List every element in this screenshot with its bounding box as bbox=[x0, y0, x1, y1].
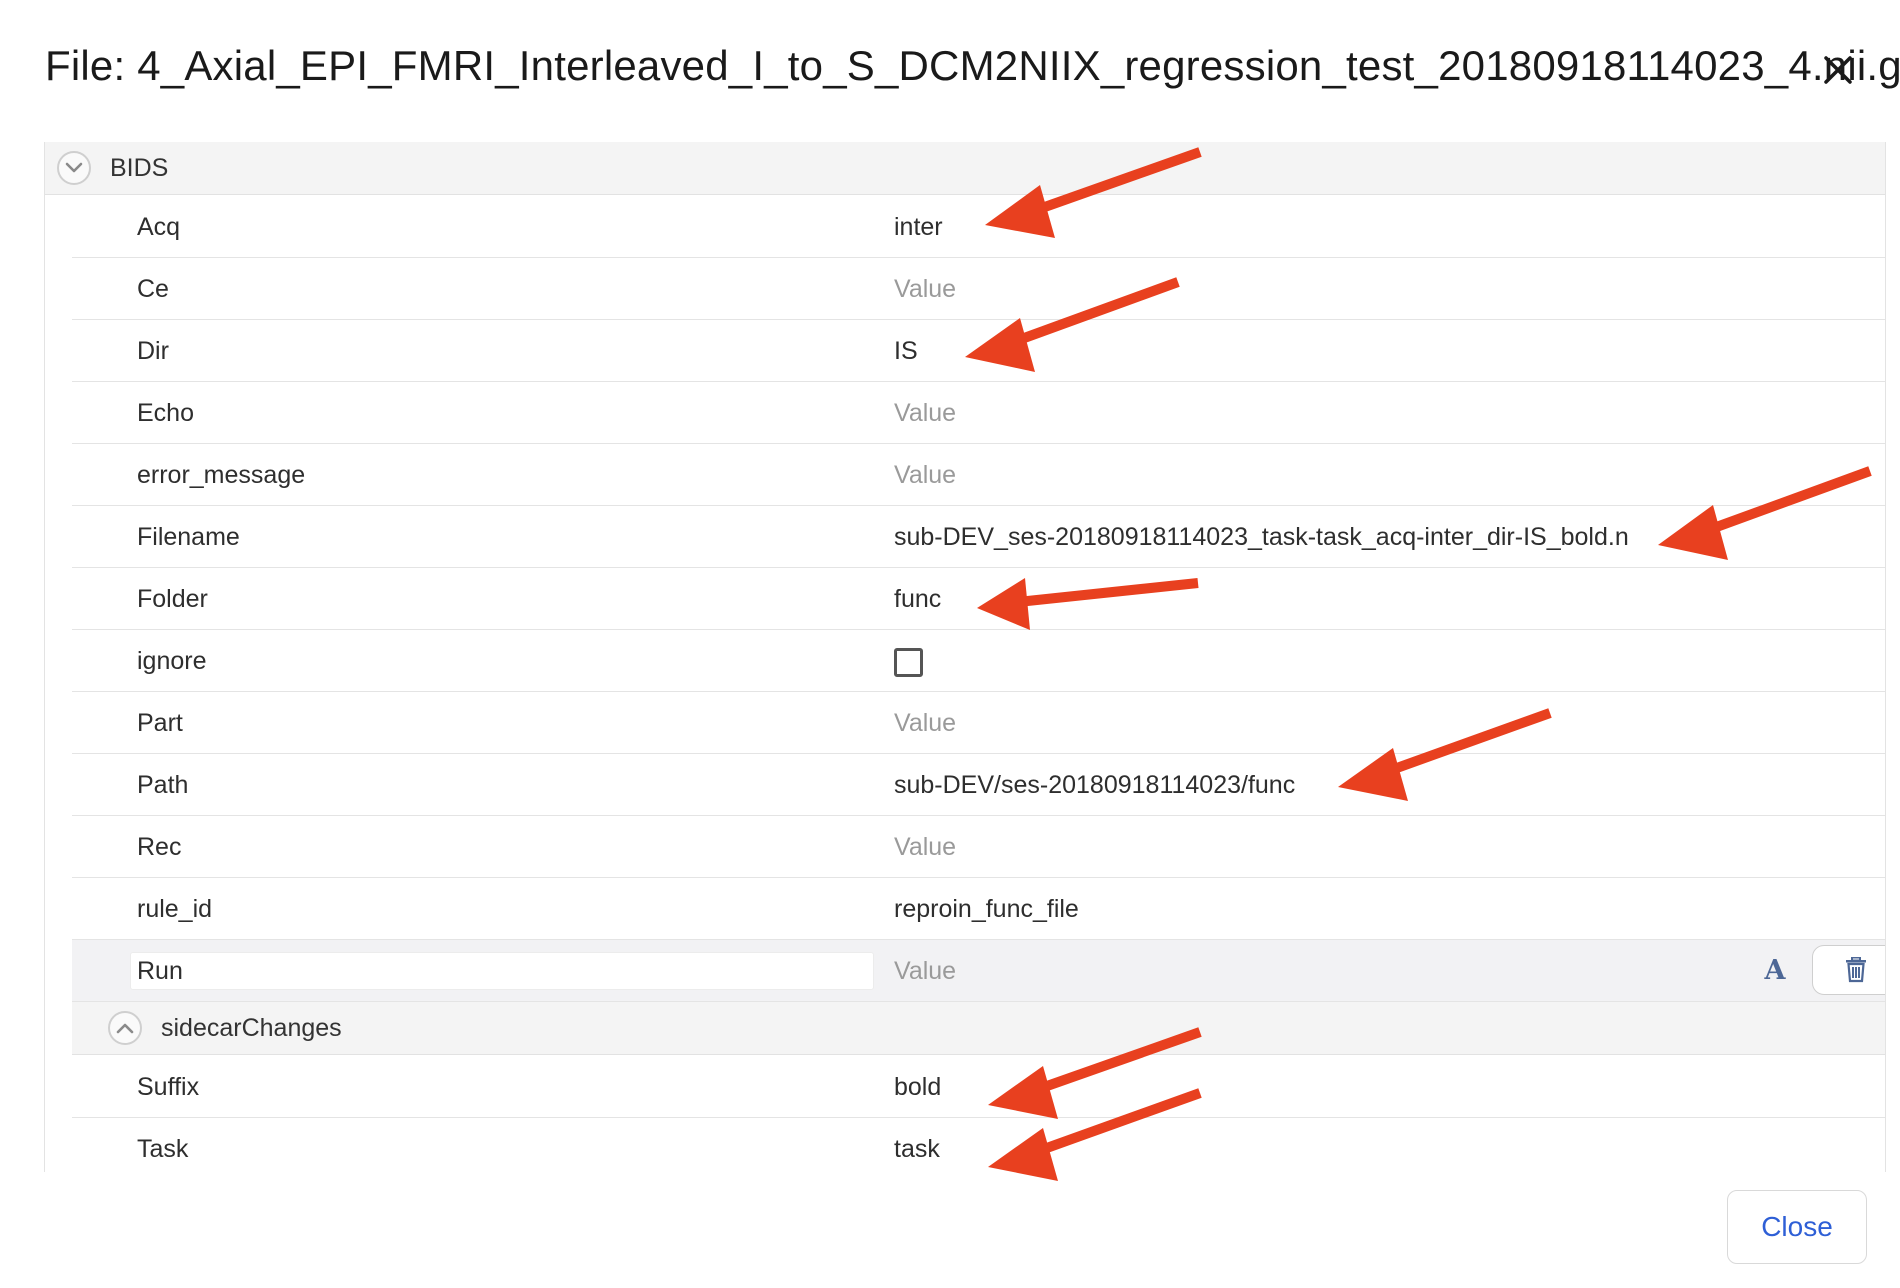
row-value[interactable]: bold bbox=[894, 1056, 941, 1118]
row-key: Ce bbox=[137, 275, 169, 303]
row-key: Rec bbox=[137, 833, 182, 861]
group-header-bids[interactable]: BIDS bbox=[45, 142, 1885, 195]
row-run[interactable]: Run Value A bbox=[72, 940, 1885, 1002]
row-key: Suffix bbox=[137, 1073, 200, 1101]
row-value[interactable]: IS bbox=[894, 320, 918, 382]
row-key: Filename bbox=[137, 523, 240, 551]
row-key: Dir bbox=[137, 337, 169, 365]
row-key: Part bbox=[137, 709, 183, 737]
row-key: Path bbox=[137, 771, 189, 799]
row-value-placeholder[interactable]: Value bbox=[894, 382, 956, 444]
row-part[interactable]: Part Value bbox=[72, 692, 1885, 754]
row-error-message[interactable]: error_message Value bbox=[72, 444, 1885, 506]
row-ce[interactable]: Ce Value bbox=[72, 258, 1885, 320]
row-dir[interactable]: Dir IS bbox=[72, 320, 1885, 382]
group-header-sidecar-changes[interactable]: sidecarChanges bbox=[72, 1002, 1885, 1055]
ignore-checkbox[interactable] bbox=[894, 648, 923, 677]
chevron-down-icon[interactable] bbox=[57, 151, 91, 185]
row-key: ignore bbox=[137, 647, 207, 675]
row-ignore[interactable]: ignore bbox=[72, 630, 1885, 692]
row-key: Echo bbox=[137, 399, 194, 427]
row-value[interactable]: inter bbox=[894, 196, 943, 258]
row-task[interactable]: Task task bbox=[72, 1118, 1885, 1172]
row-key: Folder bbox=[137, 585, 208, 613]
row-value-placeholder[interactable]: Value bbox=[894, 816, 956, 878]
row-rule-id[interactable]: rule_id reproin_func_file bbox=[72, 878, 1885, 940]
row-path[interactable]: Path sub-DEV/ses-20180918114023/func bbox=[72, 754, 1885, 816]
row-value-placeholder[interactable]: Value bbox=[894, 692, 956, 754]
modal-title: File: 4_Axial_EPI_FMRI_Interleaved_I_to_… bbox=[45, 42, 1900, 89]
row-key: rule_id bbox=[137, 895, 213, 923]
delete-button[interactable] bbox=[1812, 945, 1885, 995]
group-label-bids: BIDS bbox=[110, 153, 169, 182]
font-type-icon[interactable]: A bbox=[1757, 952, 1793, 990]
row-filename[interactable]: Filename sub-DEV_ses-20180918114023_task… bbox=[72, 506, 1885, 568]
row-value[interactable]: sub-DEV_ses-20180918114023_task-task_acq… bbox=[894, 506, 1629, 568]
row-key: error_message bbox=[137, 461, 306, 489]
row-rec[interactable]: Rec Value bbox=[72, 816, 1885, 878]
key-input-box[interactable] bbox=[130, 952, 874, 990]
trash-icon bbox=[1846, 957, 1866, 983]
row-folder[interactable]: Folder func bbox=[72, 568, 1885, 630]
close-button[interactable]: Close bbox=[1727, 1190, 1867, 1264]
row-value-placeholder[interactable]: Value bbox=[894, 444, 956, 506]
row-value[interactable]: sub-DEV/ses-20180918114023/func bbox=[894, 754, 1295, 816]
close-x-icon[interactable] bbox=[1818, 50, 1858, 90]
row-value[interactable]: reproin_func_file bbox=[894, 878, 1079, 940]
group-label-sidecar-changes: sidecarChanges bbox=[161, 1013, 342, 1042]
row-key[interactable]: Run bbox=[137, 940, 183, 1002]
metadata-panel: BIDS Acq inter Ce Value Dir IS Echo Valu… bbox=[44, 142, 1886, 1172]
row-key: Task bbox=[137, 1135, 189, 1163]
row-echo[interactable]: Echo Value bbox=[72, 382, 1885, 444]
row-value[interactable]: func bbox=[894, 568, 941, 630]
row-suffix[interactable]: Suffix bold bbox=[72, 1056, 1885, 1118]
row-key: Acq bbox=[137, 213, 181, 241]
row-value[interactable]: task bbox=[894, 1118, 940, 1172]
row-value-placeholder[interactable]: Value bbox=[894, 258, 956, 320]
row-acq[interactable]: Acq inter bbox=[72, 196, 1885, 258]
row-value-placeholder[interactable]: Value bbox=[894, 940, 956, 1002]
chevron-up-icon[interactable] bbox=[108, 1011, 142, 1045]
